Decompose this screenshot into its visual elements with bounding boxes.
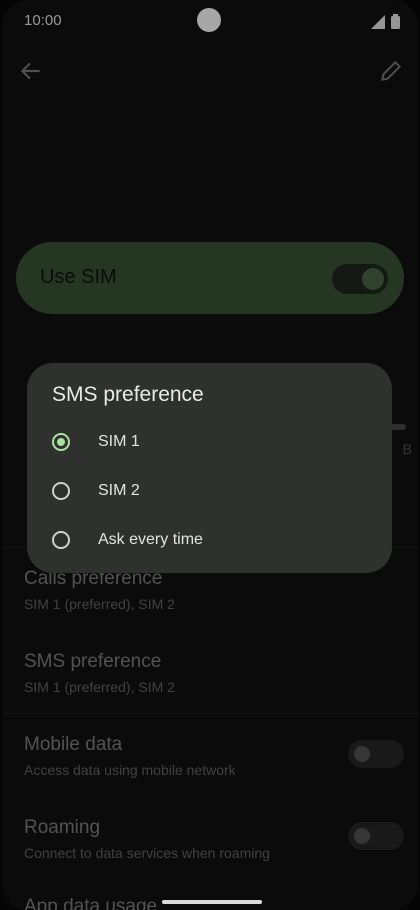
radio-unselected-icon[interactable] bbox=[52, 482, 70, 500]
radio-unselected-icon[interactable] bbox=[52, 531, 70, 549]
dialog-title: SMS preference bbox=[52, 383, 204, 406]
sms-preference-dialog: SMS preference SIM 1 SIM 2 Ask every tim… bbox=[27, 363, 392, 573]
option-sim-2[interactable]: SIM 2 bbox=[52, 476, 372, 506]
phone-screen: 10:00 Use SIM B Calls preference SIM 1 (… bbox=[2, 0, 418, 910]
option-label: Ask every time bbox=[98, 531, 203, 548]
option-label: SIM 1 bbox=[98, 433, 140, 450]
option-sim-1[interactable]: SIM 1 bbox=[52, 427, 372, 457]
option-ask-every-time[interactable]: Ask every time bbox=[52, 525, 372, 555]
radio-selected-icon[interactable] bbox=[52, 433, 70, 451]
home-indicator[interactable] bbox=[162, 900, 262, 904]
option-label: SIM 2 bbox=[98, 482, 140, 499]
